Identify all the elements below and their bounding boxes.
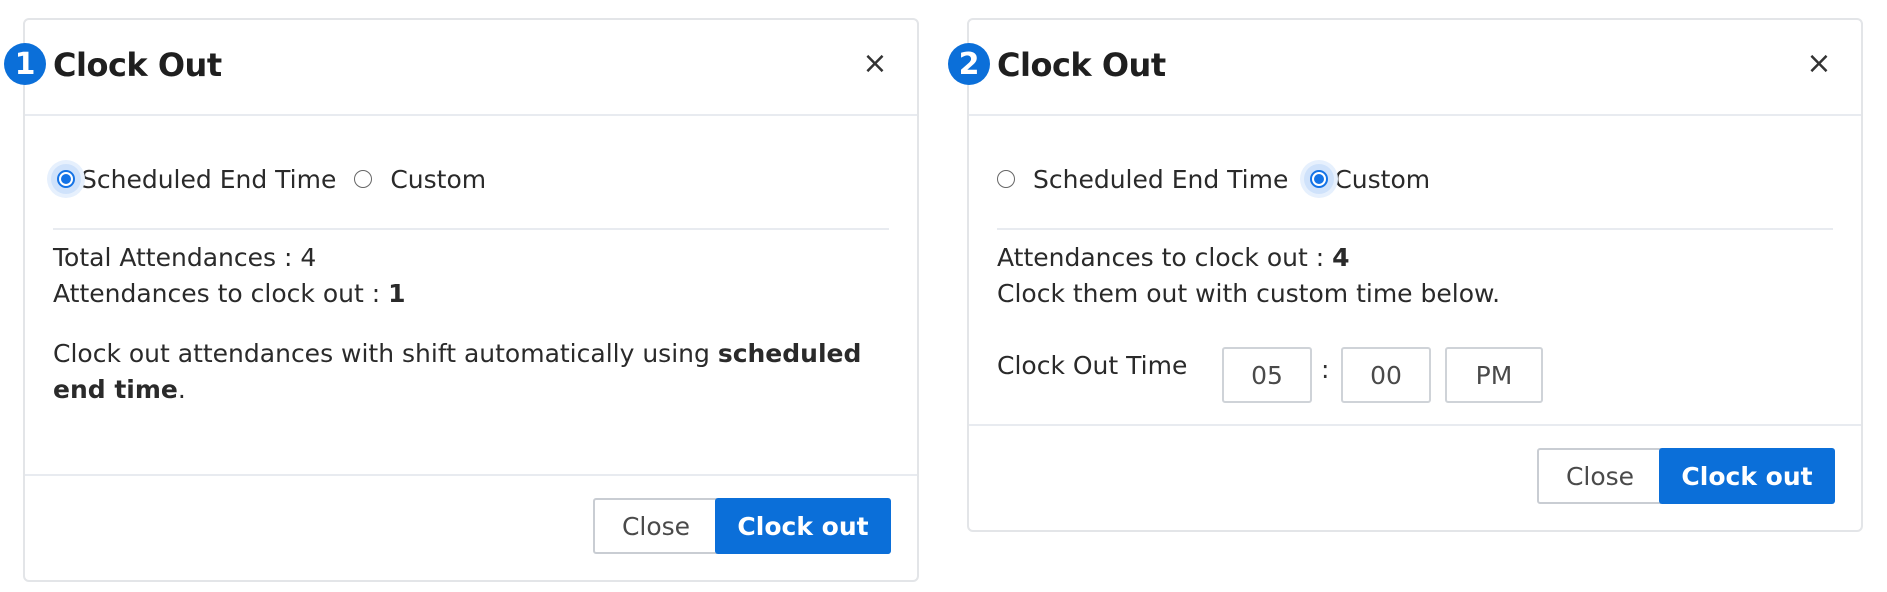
dialog-header: Clock Out × [25, 20, 917, 116]
radio-selected-icon[interactable] [57, 170, 75, 188]
ampm-select[interactable]: PM [1445, 347, 1543, 403]
dialog-title: Clock Out [997, 46, 1166, 84]
clock-out-dialog-custom: Clock Out × Scheduled End Time Custom At… [967, 18, 1863, 532]
radio-custom[interactable]: Custom [1306, 165, 1430, 194]
close-icon[interactable]: × [861, 49, 889, 79]
clock-out-button[interactable]: Clock out [1659, 448, 1835, 504]
radio-label: Scheduled End Time [81, 164, 337, 194]
dialog-body: Total Attendances : 4 Attendances to clo… [53, 240, 889, 408]
time-separator: : [1321, 355, 1330, 384]
step-badge-1: 1 [4, 43, 46, 85]
attendances-to-clock-out: Attendances to clock out : 4 [997, 243, 1350, 272]
dialog-body: Attendances to clock out : 4 Clock them … [997, 240, 1833, 312]
dialog-footer: Close Clock out [969, 424, 1861, 530]
radio-selected-icon[interactable] [1310, 170, 1329, 188]
radio-label: Scheduled End Time [1033, 164, 1289, 194]
mode-radio-group: Scheduled End Time Custom [997, 130, 1833, 230]
attendances-to-clock-out: Attendances to clock out : 1 [53, 279, 406, 308]
minute-input[interactable]: 00 [1341, 347, 1431, 403]
time-label: Clock Out Time [997, 351, 1188, 380]
close-button[interactable]: Close [593, 498, 719, 554]
radio-label: Custom [390, 164, 487, 194]
radio-unselected-icon[interactable] [354, 170, 373, 188]
radio-custom[interactable]: Custom [354, 165, 486, 194]
hour-input[interactable]: 05 [1222, 347, 1312, 403]
description: Clock out attendances with shift automat… [53, 339, 862, 404]
mode-radio-group: Scheduled End Time Custom [53, 130, 889, 230]
clock-out-button[interactable]: Clock out [715, 498, 891, 554]
close-icon[interactable]: × [1805, 49, 1833, 79]
radio-label: Custom [1334, 164, 1431, 194]
step-badge-2: 2 [948, 43, 990, 85]
radio-scheduled-end-time[interactable]: Scheduled End Time [997, 165, 1288, 194]
close-button[interactable]: Close [1537, 448, 1663, 504]
description: Clock them out with custom time below. [997, 279, 1501, 308]
clock-out-dialog-scheduled: Clock Out × Scheduled End Time Custom To… [23, 18, 919, 582]
radio-scheduled-end-time[interactable]: Scheduled End Time [53, 165, 336, 194]
total-attendances: Total Attendances : 4 [53, 243, 317, 272]
dialog-header: Clock Out × [969, 20, 1861, 116]
dialog-footer: Close Clock out [25, 474, 917, 580]
dialog-title: Clock Out [53, 46, 222, 84]
radio-unselected-icon[interactable] [997, 170, 1015, 188]
